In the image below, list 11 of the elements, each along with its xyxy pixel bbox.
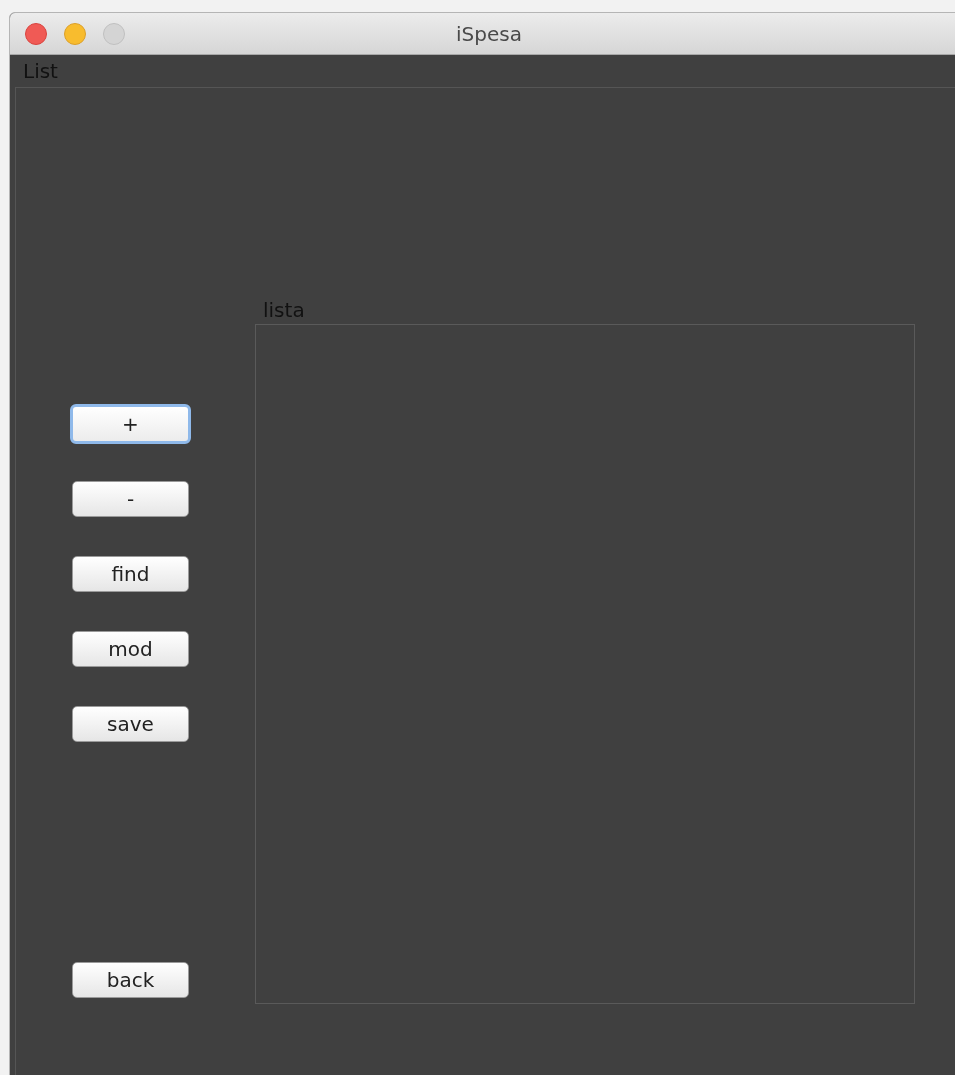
action-button[interactable]: mod bbox=[72, 631, 189, 667]
zoom-button[interactable] bbox=[103, 23, 125, 45]
action-button[interactable]: back bbox=[72, 962, 189, 998]
list-box[interactable] bbox=[255, 324, 915, 1004]
action-button[interactable]: save bbox=[72, 706, 189, 742]
action-button[interactable]: find bbox=[72, 556, 189, 592]
window-title: iSpesa bbox=[456, 20, 522, 48]
action-button[interactable]: + bbox=[70, 404, 191, 444]
close-button[interactable] bbox=[25, 23, 47, 45]
action-button[interactable]: - bbox=[72, 481, 189, 517]
minimize-button[interactable] bbox=[64, 23, 86, 45]
